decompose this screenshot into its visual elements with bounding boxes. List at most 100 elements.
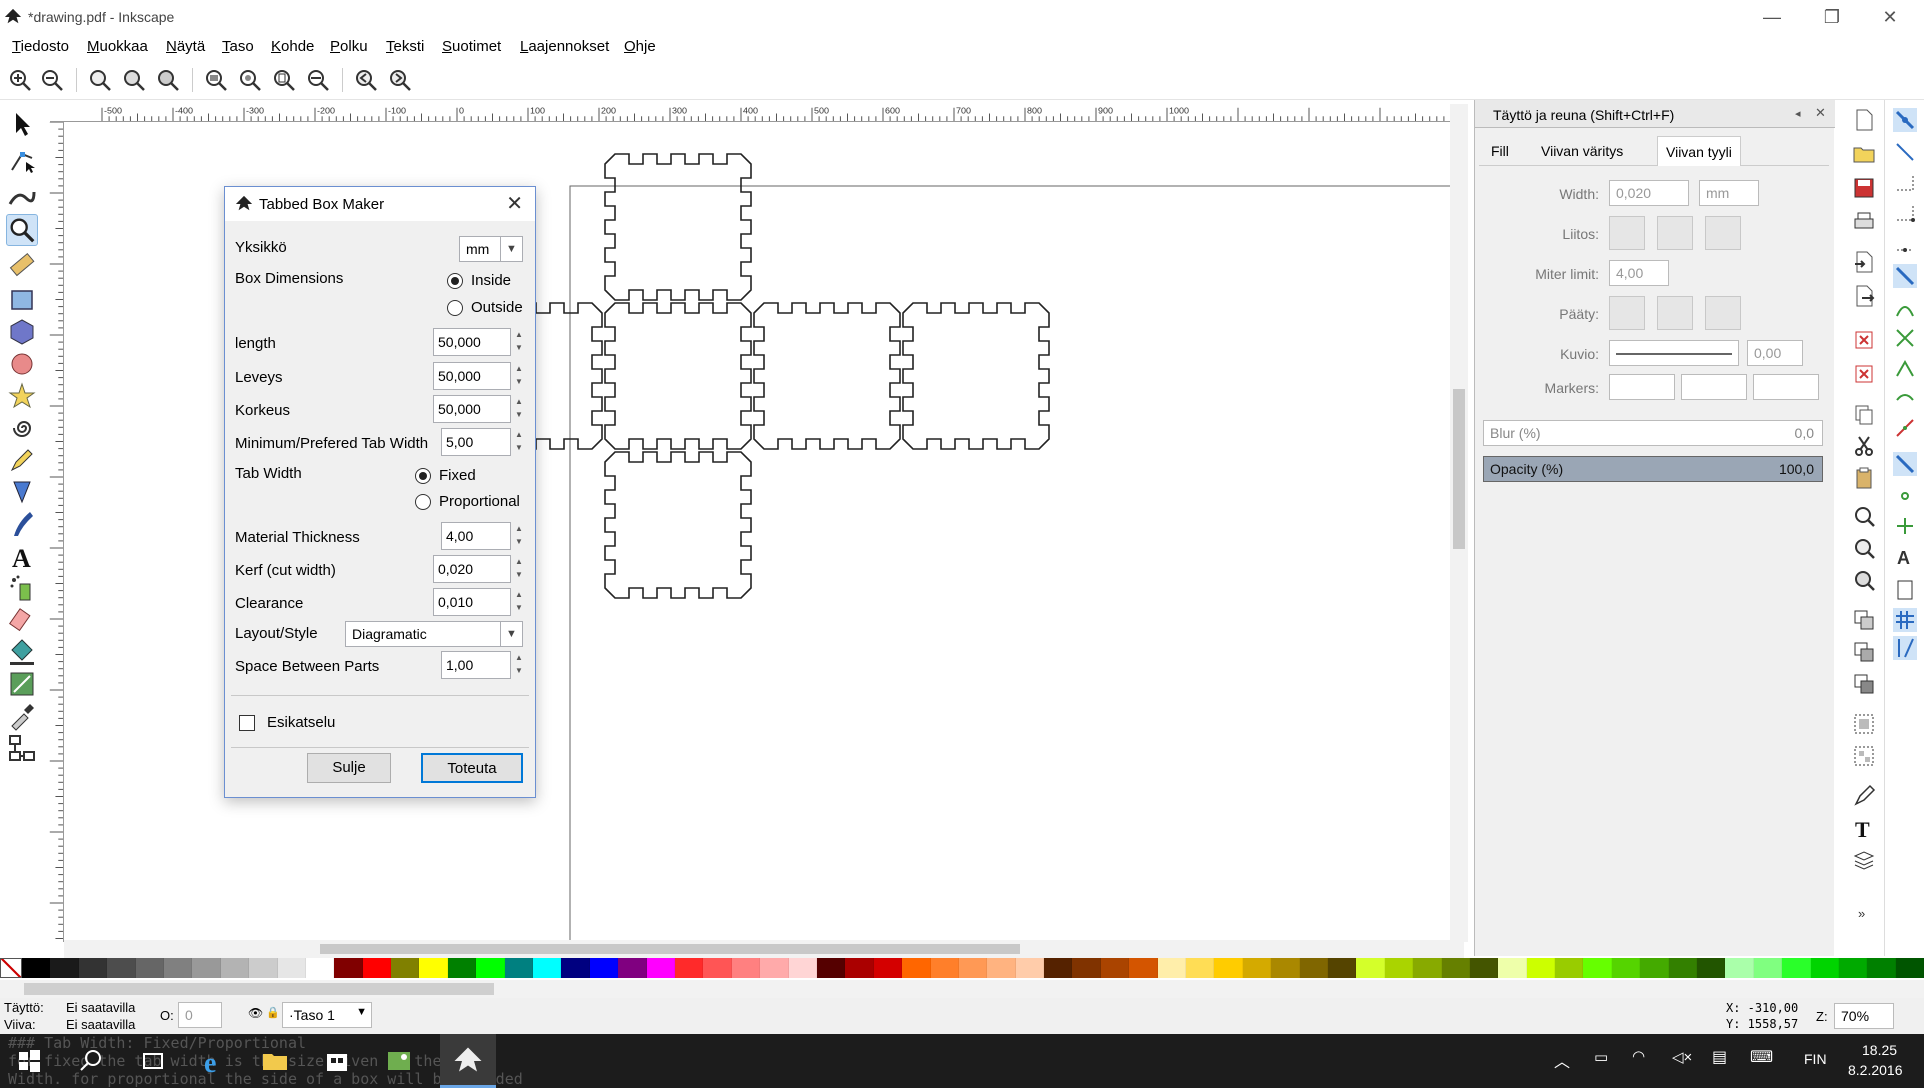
color-swatch[interactable] [50, 958, 79, 978]
color-swatch[interactable] [277, 958, 306, 978]
connector-tool-icon[interactable] [6, 732, 38, 764]
color-swatch[interactable] [1044, 958, 1073, 978]
tab-min-width-stepper[interactable]: ▲ ▼ [513, 428, 525, 456]
text-tool-icon[interactable]: A [6, 540, 38, 572]
calligraphy-tool-icon[interactable] [6, 508, 38, 540]
outside-radio[interactable] [447, 300, 463, 316]
layer-select[interactable]: ·Taso 1 ▼ [282, 1002, 372, 1028]
color-swatch[interactable] [192, 958, 221, 978]
fixed-radio[interactable] [415, 468, 431, 484]
ellipse-tool-icon[interactable] [6, 348, 38, 380]
color-swatch[interactable] [1015, 958, 1045, 978]
fill-stroke-icon[interactable] [1852, 784, 1876, 808]
color-swatch[interactable] [419, 958, 448, 978]
vertical-scrollbar[interactable] [1450, 104, 1468, 942]
menu-suotimet[interactable]: Suotimet [442, 38, 501, 55]
color-swatch[interactable] [1810, 958, 1839, 978]
horizontal-scroll-thumb[interactable] [320, 944, 1020, 954]
marker-start-select[interactable] [1609, 374, 1675, 400]
snap-page-border-icon[interactable] [1893, 578, 1917, 602]
zoom-input[interactable]: 70% [1834, 1003, 1894, 1029]
height-input[interactable]: 50,000 [433, 395, 511, 423]
join-bevel-button[interactable] [1705, 216, 1741, 250]
opacity-status-input[interactable]: 0 [178, 1002, 222, 1028]
color-swatch[interactable] [391, 958, 420, 978]
color-swatch[interactable] [788, 958, 817, 978]
notifications-icon[interactable]: ▤ [1712, 1047, 1727, 1067]
color-swatch[interactable] [1271, 958, 1300, 978]
menu-muokkaa[interactable]: Muokkaa [87, 38, 148, 55]
zoom-previous-icon[interactable] [354, 68, 378, 92]
length-input[interactable]: 50,000 [433, 328, 511, 356]
color-swatch[interactable] [1356, 958, 1385, 978]
box-panel[interactable] [753, 302, 901, 450]
color-swatch[interactable] [1895, 958, 1924, 978]
text-font-icon[interactable]: T [1852, 816, 1876, 840]
zoom-1-1-icon[interactable] [88, 68, 112, 92]
zoom-out-icon[interactable] [40, 68, 64, 92]
snap-paths-icon[interactable] [1893, 296, 1917, 320]
input-language[interactable]: FIN [1804, 1051, 1827, 1067]
zoom-drawing-icon[interactable] [238, 68, 262, 92]
width-input[interactable]: 50,000 [433, 362, 511, 390]
color-swatch[interactable] [1555, 958, 1584, 978]
task-view-icon[interactable] [138, 1046, 168, 1076]
color-swatch[interactable] [1327, 958, 1357, 978]
join-round-button[interactable] [1657, 216, 1693, 250]
color-swatch[interactable] [618, 958, 647, 978]
store-icon[interactable] [322, 1046, 352, 1076]
tab-stroke-style[interactable]: Viivan tyyli [1657, 136, 1741, 166]
box-panel[interactable] [604, 153, 752, 301]
snap-smooth-icon[interactable] [1893, 386, 1917, 410]
panel-iconify-icon[interactable]: ◂ [1795, 107, 1801, 120]
snap-cusp-icon[interactable] [1893, 356, 1917, 380]
color-swatch[interactable] [1157, 958, 1187, 978]
unit-select[interactable]: mm ▼ [459, 236, 523, 262]
horizontal-scrollbar[interactable] [64, 940, 1464, 958]
join-miter-button[interactable] [1609, 216, 1645, 250]
pen-tool-icon[interactable] [6, 476, 38, 508]
color-swatch[interactable] [1782, 958, 1811, 978]
snap-text-baseline-icon[interactable]: A [1893, 544, 1917, 568]
battery-icon[interactable]: ▭ [1594, 1048, 1608, 1066]
menu-nayta[interactable]: Näytä [166, 38, 205, 55]
zoom-selection-strip-icon[interactable] [1852, 504, 1876, 528]
layers-icon[interactable] [1852, 848, 1876, 872]
menu-polku[interactable]: Polku [330, 38, 368, 55]
show-hidden-icons-icon[interactable]: ︿ [1554, 1048, 1570, 1072]
zoom-next-icon[interactable] [388, 68, 412, 92]
snap-center-icon[interactable] [1893, 484, 1917, 508]
box-panel[interactable] [604, 302, 752, 450]
pencil-tool-icon[interactable] [6, 444, 38, 476]
color-swatch[interactable] [334, 958, 363, 978]
color-swatch[interactable] [22, 958, 51, 978]
eraser-tool-icon[interactable] [6, 604, 38, 636]
stroke-width-input[interactable]: 0,020 [1609, 180, 1689, 206]
new-document-icon[interactable] [1852, 108, 1876, 132]
color-swatch[interactable] [504, 958, 534, 978]
color-swatch[interactable] [1384, 958, 1414, 978]
color-swatch[interactable] [1242, 958, 1272, 978]
color-swatch[interactable] [816, 958, 846, 978]
paint-bucket-tool-icon[interactable] [6, 636, 38, 668]
star-tool-icon[interactable] [6, 380, 38, 412]
save-icon[interactable] [1852, 176, 1876, 200]
redo-icon[interactable] [1852, 362, 1876, 386]
color-swatch[interactable] [1583, 958, 1612, 978]
color-swatch[interactable] [930, 958, 959, 978]
color-swatch[interactable] [674, 958, 704, 978]
color-swatch[interactable] [362, 958, 392, 978]
color-swatch[interactable] [1413, 958, 1442, 978]
blur-slider[interactable]: Blur (%) 0,0 [1483, 420, 1823, 446]
print-icon[interactable] [1852, 210, 1876, 234]
color-swatch[interactable] [1753, 958, 1783, 978]
zoom-page-strip-icon[interactable] [1852, 568, 1876, 592]
kerf-stepper[interactable]: ▲ ▼ [513, 555, 525, 583]
color-swatch[interactable] [1186, 958, 1215, 978]
color-swatch[interactable] [1867, 958, 1896, 978]
length-stepper[interactable]: ▲ ▼ [513, 328, 525, 356]
close-button[interactable]: Sulje [307, 753, 391, 783]
cap-round-button[interactable] [1657, 296, 1693, 330]
open-file-icon[interactable] [1852, 142, 1876, 166]
menu-ohje[interactable]: Ohje [624, 38, 656, 55]
